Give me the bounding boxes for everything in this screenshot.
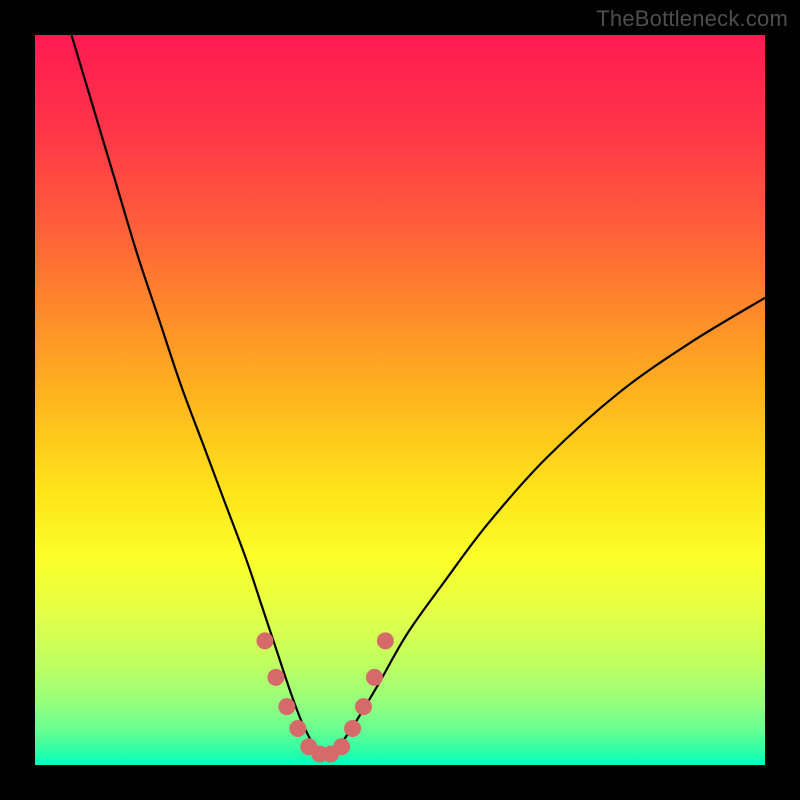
chart-container: TheBottleneck.com <box>0 0 800 800</box>
plot-area <box>35 35 765 765</box>
watermark-text: TheBottleneck.com <box>596 6 788 32</box>
plot-background-gradient <box>35 35 765 765</box>
